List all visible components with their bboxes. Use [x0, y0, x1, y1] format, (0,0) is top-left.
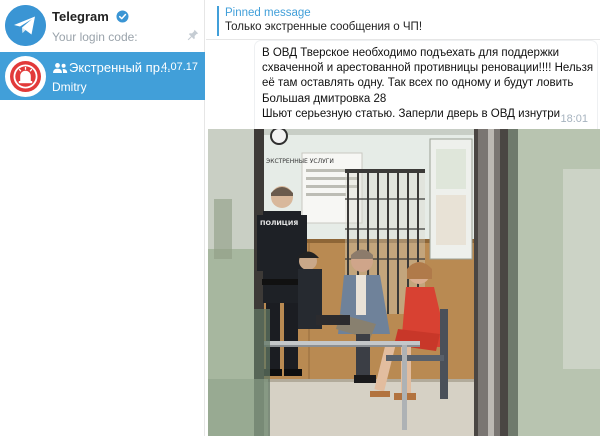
chat-title: Экстренный пр... [69, 60, 171, 75]
chat-item-emergency[interactable]: Экстренный пр... 4.07.17 Dmitry [0, 52, 205, 100]
message-line: Шьют серьезную статью. Заперли дверь в О… [262, 107, 561, 120]
chat-title: Telegram [52, 9, 130, 24]
message-text: В ОВД Тверское необходимо подъехать для … [262, 46, 594, 122]
message-line: её там оставлять одну. Так всех по одном… [262, 77, 574, 90]
pinned-message-bar[interactable]: Pinned message Только экстренные сообщен… [217, 6, 517, 36]
alarm-siren-icon [5, 56, 46, 97]
group-chat-icon [53, 63, 68, 73]
chat-item-telegram[interactable]: Telegram Your login code: [0, 1, 205, 51]
pin-icon [187, 29, 199, 41]
pinned-message-text: Только экстренные сообщения о ЧП! [225, 21, 423, 33]
chat-preview: Your login code: [52, 30, 138, 44]
message-photo[interactable]: ЭКСТРЕННЫЕ УСЛУГИ ПОЛИЦИЯ [208, 129, 600, 436]
message-line: схваченной и арестованной противницы рен… [262, 62, 594, 75]
message-line: В ОВД Тверское необходимо подъехать для … [262, 47, 560, 59]
chat-list-sidebar: Telegram Your login code: Экстренный пр.… [0, 0, 205, 436]
police-back-text: ПОЛИЦИЯ [260, 219, 298, 227]
wall-sign-text: ЭКСТРЕННЫЕ УСЛУГИ [266, 158, 334, 165]
message-line: Большая дмитровка 28 [262, 92, 387, 105]
telegram-window: Telegram Your login code: Экстренный пр.… [0, 0, 600, 436]
chat-date: 4.07.17 [161, 61, 198, 73]
verified-badge-icon [116, 10, 130, 23]
telegram-logo-icon [5, 5, 46, 46]
pinned-message-label: Pinned message [225, 7, 311, 19]
message-time: 18:01 [560, 113, 588, 125]
photo-illustration: ЭКСТРЕННЫЕ УСЛУГИ ПОЛИЦИЯ [208, 129, 600, 436]
chat-preview: Dmitry [52, 80, 87, 94]
